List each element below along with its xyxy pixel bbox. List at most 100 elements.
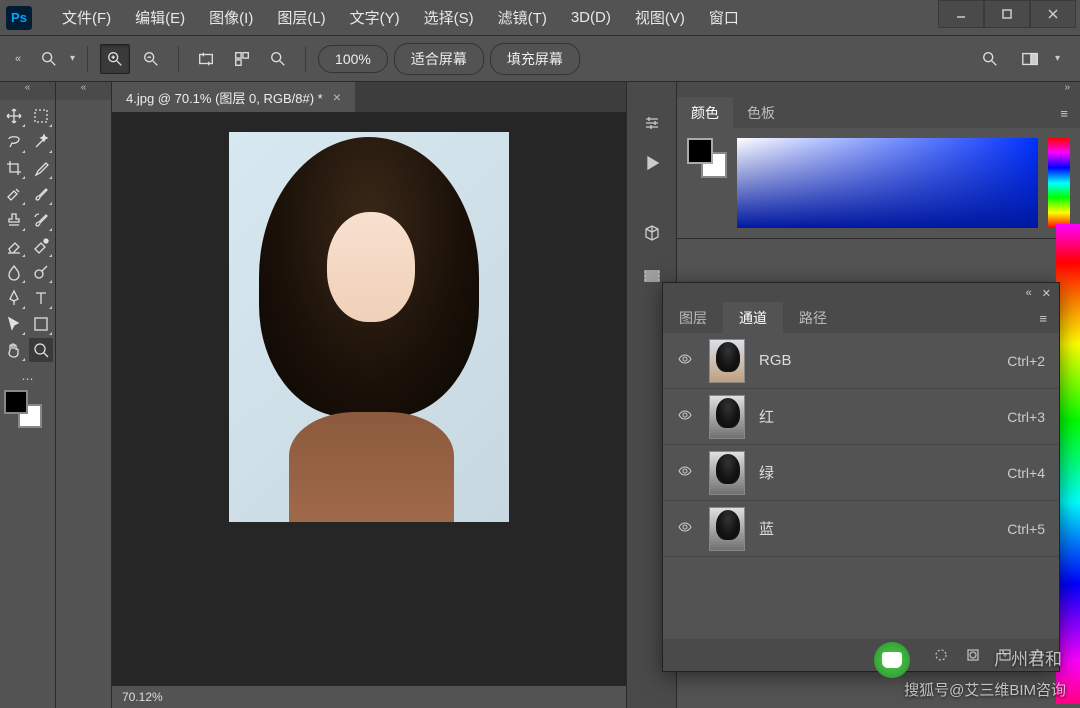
visibility-icon[interactable]: [677, 351, 695, 370]
panel-collapse-icon[interactable]: «: [1026, 287, 1032, 299]
color-field[interactable]: [737, 138, 1038, 228]
menu-filter[interactable]: 滤镜(T): [486, 1, 559, 34]
history-brush-tool[interactable]: [29, 208, 53, 232]
channel-thumb: [709, 507, 745, 551]
menu-select[interactable]: 选择(S): [412, 1, 486, 34]
menu-type[interactable]: 文字(Y): [338, 1, 412, 34]
close-icon[interactable]: ×: [333, 89, 341, 105]
menu-edit[interactable]: 编辑(E): [123, 1, 197, 34]
3d-icon[interactable]: [627, 216, 676, 250]
blur-tool[interactable]: [2, 260, 26, 284]
watermark-line1: 广州君和: [994, 645, 1062, 670]
menu-layer[interactable]: 图层(L): [265, 1, 337, 34]
play-icon[interactable]: [627, 146, 676, 180]
menu-window[interactable]: 窗口: [697, 1, 751, 34]
zoom-status[interactable]: 70.12%: [122, 690, 163, 704]
tab-layers[interactable]: 图层: [663, 302, 723, 334]
app-logo: Ps: [6, 6, 32, 30]
move-tool[interactable]: [2, 104, 26, 128]
watermark-line2: 搜狐号@艾三维BIM咨询: [904, 679, 1066, 700]
zoom-100-button[interactable]: 100%: [318, 45, 388, 73]
channel-row[interactable]: RGB Ctrl+2: [663, 333, 1059, 389]
resize-window-icon[interactable]: [191, 44, 221, 74]
panel-close-icon[interactable]: ✕: [1042, 287, 1051, 300]
pen-tool[interactable]: [2, 286, 26, 310]
channel-name: 绿: [759, 462, 993, 483]
canvas-image: [229, 132, 509, 522]
zoom-tool-icon[interactable]: [34, 44, 64, 74]
gradient-tool[interactable]: [29, 234, 53, 258]
channel-row[interactable]: 绿 Ctrl+4: [663, 445, 1059, 501]
fit-screen-button[interactable]: 适合屏幕: [394, 43, 484, 75]
adjustments-icon[interactable]: [627, 106, 676, 140]
menu-3d[interactable]: 3D(D): [559, 3, 623, 32]
collapse-strip[interactable]: «: [56, 82, 111, 100]
channel-row[interactable]: 蓝 Ctrl+5: [663, 501, 1059, 557]
zoom-in-icon[interactable]: [100, 44, 130, 74]
crop-tool[interactable]: [2, 156, 26, 180]
tab-swatches[interactable]: 色板: [733, 97, 789, 129]
hue-slider[interactable]: [1048, 138, 1070, 228]
stamp-tool[interactable]: [2, 208, 26, 232]
document-tab[interactable]: 4.jpg @ 70.1% (图层 0, RGB/8#) * ×: [112, 82, 355, 112]
channel-shortcut: Ctrl+3: [1007, 409, 1045, 425]
search-icon[interactable]: [975, 44, 1005, 74]
toolbox-collapse[interactable]: «: [0, 82, 55, 100]
toolbox: « ⋯: [0, 82, 56, 708]
channels-menu-icon[interactable]: ≡: [1027, 311, 1059, 326]
canvas[interactable]: V7 I3VSOFT: [112, 112, 626, 686]
tab-channels[interactable]: 通道: [723, 302, 783, 334]
load-selection-icon[interactable]: [933, 647, 949, 663]
wechat-icon: [874, 642, 910, 678]
brush-tool[interactable]: [29, 182, 53, 206]
document-tabs: 4.jpg @ 70.1% (图层 0, RGB/8#) * ×: [112, 82, 626, 112]
save-selection-icon[interactable]: [965, 647, 981, 663]
channel-row[interactable]: 红 Ctrl+3: [663, 389, 1059, 445]
channel-shortcut: Ctrl+4: [1007, 465, 1045, 481]
zoom-out-icon[interactable]: [136, 44, 166, 74]
shape-tool[interactable]: [29, 312, 53, 336]
maximize-button[interactable]: [984, 0, 1030, 28]
color-picker[interactable]: [0, 386, 55, 436]
visibility-icon[interactable]: [677, 463, 695, 482]
document-area: 4.jpg @ 70.1% (图层 0, RGB/8#) * × V7 I3VS…: [112, 82, 626, 708]
path-select-tool[interactable]: [2, 312, 26, 336]
color-panel: 颜色 色板 ≡: [677, 98, 1080, 239]
channel-name: 红: [759, 406, 993, 427]
healing-tool[interactable]: [2, 182, 26, 206]
type-tool[interactable]: [29, 286, 53, 310]
collapse-icon[interactable]: «: [8, 53, 28, 65]
dodge-tool[interactable]: [29, 260, 53, 284]
eyedropper-tool[interactable]: [29, 156, 53, 180]
eraser-tool[interactable]: [2, 234, 26, 258]
channels-panel: « ✕ 图层 通道 路径 ≡ RGB Ctrl+2 红 Ctrl+3 绿 Ctr…: [662, 282, 1060, 672]
edit-toolbar-icon[interactable]: ⋯: [0, 372, 55, 386]
color-swatch-stack[interactable]: [687, 138, 727, 228]
workspace-icon[interactable]: [1015, 44, 1045, 74]
minimize-button[interactable]: [938, 0, 984, 28]
zoom-all-icon[interactable]: [227, 44, 257, 74]
menu-view[interactable]: 视图(V): [623, 1, 697, 34]
zoom-tool[interactable]: [29, 338, 53, 362]
visibility-icon[interactable]: [677, 407, 695, 426]
panel-menu-icon[interactable]: ≡: [1048, 106, 1080, 121]
close-button[interactable]: [1030, 0, 1076, 28]
lasso-tool[interactable]: [2, 130, 26, 154]
channels-list: RGB Ctrl+2 红 Ctrl+3 绿 Ctrl+4 蓝 Ctrl+5: [663, 333, 1059, 557]
menu-file[interactable]: 文件(F): [50, 1, 123, 34]
menu-image[interactable]: 图像(I): [197, 1, 265, 34]
fill-screen-button[interactable]: 填充屏幕: [490, 43, 580, 75]
tab-paths[interactable]: 路径: [783, 302, 843, 334]
magic-wand-tool[interactable]: [29, 130, 53, 154]
window-controls: [938, 0, 1076, 28]
visibility-icon[interactable]: [677, 519, 695, 538]
marquee-tool[interactable]: [29, 104, 53, 128]
tab-color[interactable]: 颜色: [677, 97, 733, 129]
panel-collapse[interactable]: »: [677, 82, 1080, 98]
channel-thumb: [709, 339, 745, 383]
status-bar: 70.12%: [112, 686, 626, 708]
channel-shortcut: Ctrl+5: [1007, 521, 1045, 537]
foreground-swatch[interactable]: [4, 390, 28, 414]
scrubby-zoom-icon[interactable]: [263, 44, 293, 74]
hand-tool[interactable]: [2, 338, 26, 362]
